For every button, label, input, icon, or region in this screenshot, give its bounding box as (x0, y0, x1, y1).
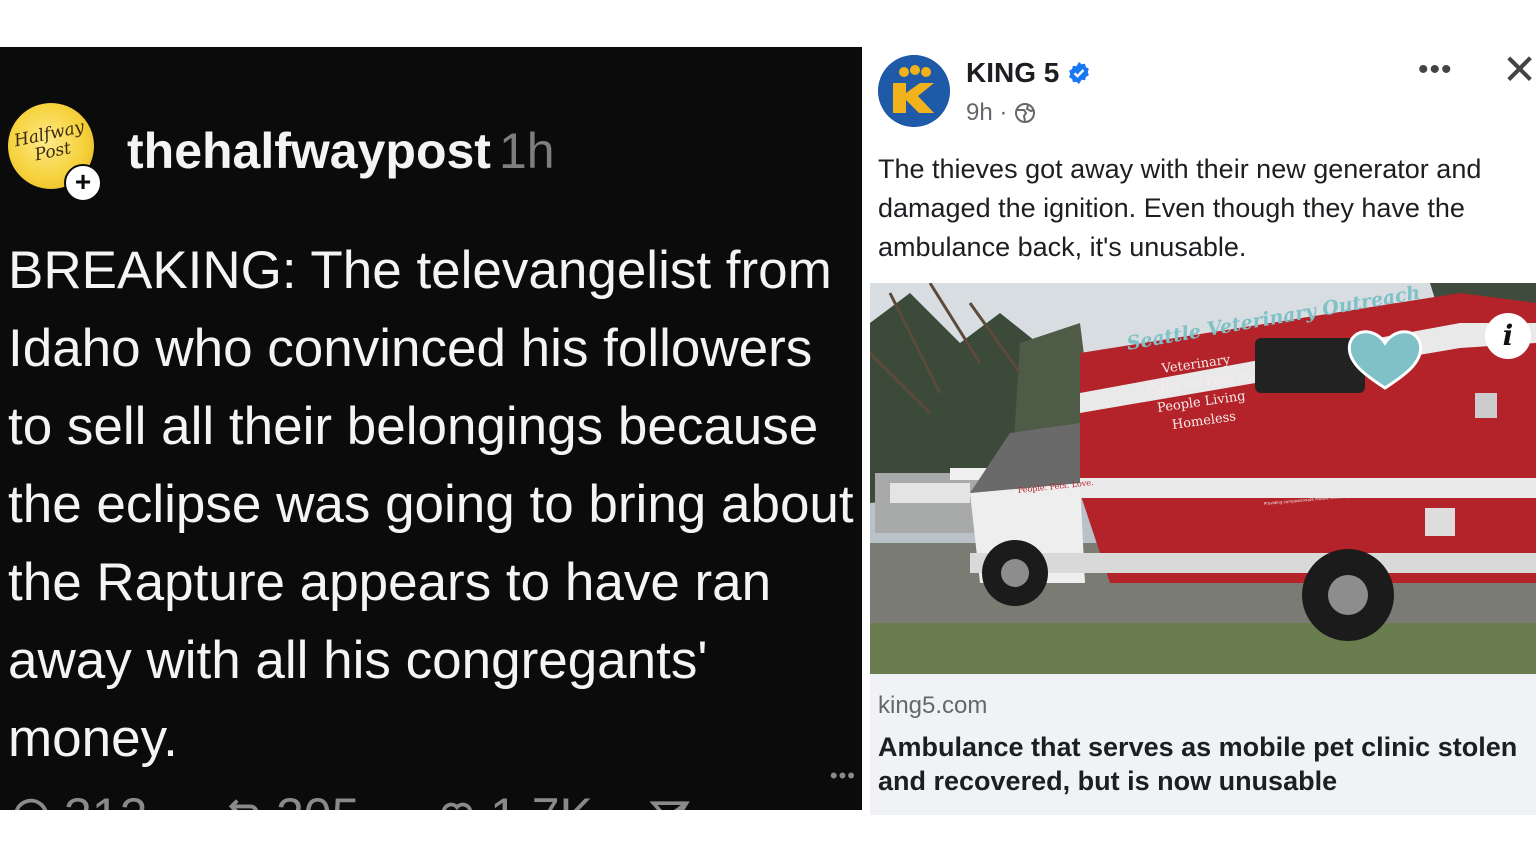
link-preview[interactable]: king5.com Ambulance that serves as mobil… (870, 674, 1536, 815)
repost-icon (228, 799, 258, 810)
like-button[interactable]: 1.7K (434, 787, 593, 810)
post-body: The thieves got away with their new gene… (878, 154, 1482, 262)
ambulance-photo[interactable]: Seattle Veterinary Outreach People. Pets… (870, 283, 1536, 674)
close-icon[interactable]: ✕ (1502, 49, 1536, 91)
van-care-text: Veterinary Care for Pets of People Livin… (1146, 352, 1251, 434)
page-name-text[interactable]: KING 5 (966, 57, 1059, 89)
facebook-post: KING 5 9h · ••• ✕ The thieves got away w… (870, 47, 1536, 815)
more-icon[interactable]: ••• (830, 763, 856, 789)
king5-logo[interactable] (878, 55, 950, 127)
verified-badge-icon (1069, 62, 1090, 84)
username[interactable]: thehalfwaypost (127, 123, 491, 179)
reply-count: 312 (64, 787, 147, 810)
reply-icon (14, 798, 48, 810)
action-bar: 312 205 1.7K (8, 787, 858, 810)
more-options-icon[interactable]: ••• (1418, 53, 1453, 87)
post-header: thehalfwaypost 1h (127, 122, 555, 180)
post-time: 9h · (966, 99, 1008, 126)
heart-icon (441, 802, 473, 810)
reply-button[interactable]: 312 (8, 787, 147, 810)
timestamp: 1h (498, 123, 555, 179)
share-button[interactable] (648, 789, 702, 810)
globe-icon (1015, 103, 1036, 123)
info-icon[interactable]: i (1485, 313, 1531, 359)
follow-button[interactable]: + (64, 164, 102, 202)
share-icon (649, 801, 690, 810)
link-headline[interactable]: Ambulance that serves as mobile pet clin… (878, 730, 1518, 798)
link-domain: king5.com (878, 692, 988, 719)
post-body: BREAKING: The televangelist from Idaho w… (8, 241, 854, 768)
avatar-logo-text: Halfway Post (12, 117, 86, 166)
threads-post: Halfway Post + thehalfwaypost 1h BREAKING… (0, 47, 862, 810)
like-count: 1.7K (490, 787, 593, 810)
page-name[interactable]: KING 5 (966, 57, 1091, 89)
repost-count: 205 (276, 787, 359, 810)
repost-button[interactable]: 205 (220, 787, 359, 810)
post-meta: 9h · (966, 99, 1037, 127)
